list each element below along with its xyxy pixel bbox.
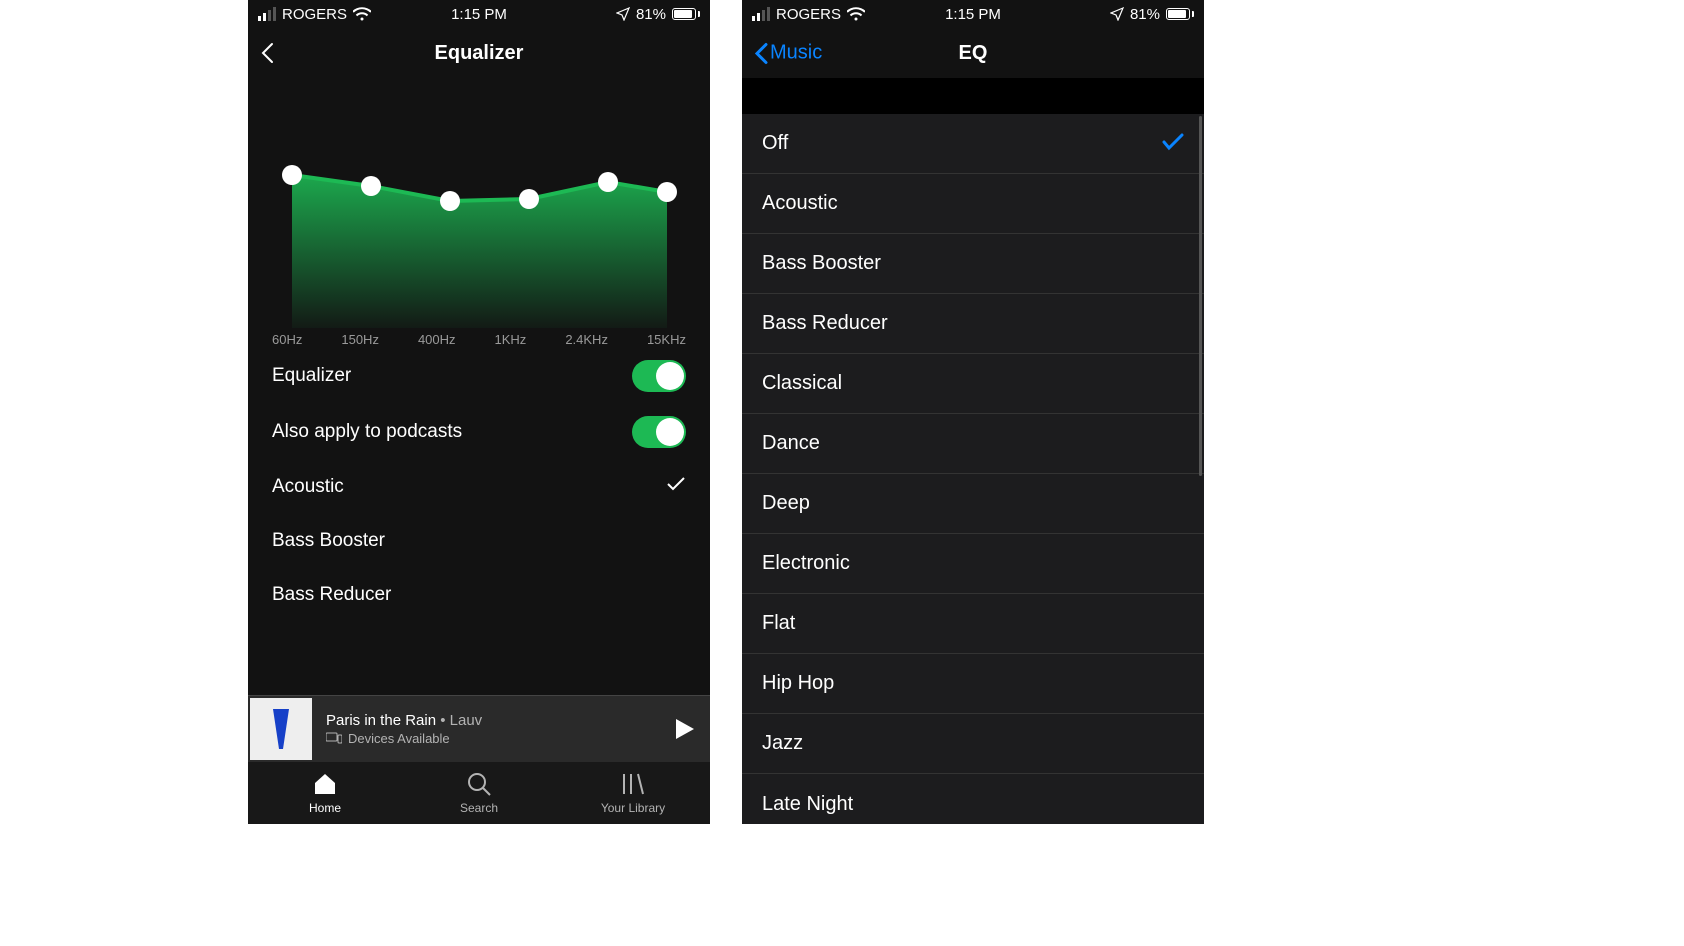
preset-label: Dance bbox=[762, 432, 820, 455]
preset-label: Bass Reducer bbox=[272, 584, 391, 606]
signal-icon bbox=[258, 7, 276, 21]
eq-preset-classical[interactable]: Classical bbox=[742, 354, 1204, 414]
preset-label: Late Night bbox=[762, 793, 853, 816]
tab-home[interactable]: Home bbox=[248, 762, 402, 824]
library-icon bbox=[620, 771, 646, 797]
wifi-icon bbox=[353, 7, 371, 21]
search-icon bbox=[466, 771, 492, 797]
page-title: Equalizer bbox=[435, 42, 524, 65]
preset-bass-booster[interactable]: Bass Booster bbox=[248, 514, 710, 568]
eq-preset-hip-hop[interactable]: Hip Hop bbox=[742, 654, 1204, 714]
now-playing-bar[interactable]: Paris in the Rain • Lauv Devices Availab… bbox=[248, 695, 710, 761]
preset-label: Electronic bbox=[762, 552, 850, 575]
devices-icon bbox=[326, 732, 342, 744]
battery-icon bbox=[672, 8, 700, 20]
eq-preset-deep[interactable]: Deep bbox=[742, 474, 1204, 534]
preset-label: Classical bbox=[762, 372, 842, 395]
preset-label: Deep bbox=[762, 492, 810, 515]
check-icon bbox=[666, 476, 686, 498]
preset-label: Hip Hop bbox=[762, 672, 834, 695]
clock: 1:15 PM bbox=[451, 6, 507, 23]
eq-preset-off[interactable]: Off bbox=[742, 114, 1204, 174]
eq-curve[interactable] bbox=[272, 98, 686, 328]
eq-node-150hz[interactable] bbox=[361, 176, 381, 196]
freq-label: 1KHz bbox=[495, 332, 527, 347]
tab-bar: Home Search Your Library bbox=[248, 761, 710, 824]
battery-icon bbox=[1166, 8, 1194, 20]
status-bar: ROGERS 1:15 PM 81% bbox=[742, 0, 1204, 28]
nav-header: Equalizer bbox=[248, 28, 710, 78]
play-button[interactable] bbox=[660, 717, 710, 741]
status-bar: ROGERS 1:15 PM 81% bbox=[248, 0, 710, 28]
track-title: Paris in the Rain bbox=[326, 712, 436, 729]
equalizer-toggle-row[interactable]: Equalizer bbox=[248, 348, 710, 404]
preset-bass-reducer[interactable]: Bass Reducer bbox=[248, 568, 710, 622]
eq-preset-electronic[interactable]: Electronic bbox=[742, 534, 1204, 594]
track-artist: Lauv bbox=[450, 712, 483, 729]
back-label: Music bbox=[770, 42, 822, 65]
preset-label: Bass Booster bbox=[762, 252, 881, 275]
ios-eq-screen: ROGERS 1:15 PM 81% Music EQ Off Acoustic B… bbox=[742, 0, 1204, 824]
eq-node-400hz[interactable] bbox=[440, 191, 460, 211]
toggle-switch[interactable] bbox=[632, 416, 686, 448]
preset-acoustic[interactable]: Acoustic bbox=[248, 460, 710, 514]
eq-node-2-4khz[interactable] bbox=[598, 172, 618, 192]
eq-frequency-labels: 60Hz 150Hz 400Hz 1KHz 2.4KHz 15KHz bbox=[272, 328, 686, 347]
freq-label: 2.4KHz bbox=[565, 332, 608, 347]
carrier-label: ROGERS bbox=[776, 6, 841, 23]
eq-preset-bass-booster[interactable]: Bass Booster bbox=[742, 234, 1204, 294]
track-separator: • bbox=[436, 712, 450, 729]
eq-node-60hz[interactable] bbox=[282, 165, 302, 185]
preset-label: Flat bbox=[762, 612, 795, 635]
check-icon bbox=[1162, 131, 1184, 157]
location-icon bbox=[1110, 7, 1124, 21]
podcasts-toggle-row[interactable]: Also apply to podcasts bbox=[248, 404, 710, 460]
back-button[interactable] bbox=[260, 42, 274, 64]
eq-preset-bass-reducer[interactable]: Bass Reducer bbox=[742, 294, 1204, 354]
equalizer-graph[interactable]: 60Hz 150Hz 400Hz 1KHz 2.4KHz 15KHz bbox=[248, 78, 710, 348]
preset-label: Acoustic bbox=[762, 192, 838, 215]
freq-label: 60Hz bbox=[272, 332, 302, 347]
tab-library[interactable]: Your Library bbox=[556, 762, 710, 824]
eq-preset-late-night[interactable]: Late Night bbox=[742, 774, 1204, 824]
album-art[interactable] bbox=[250, 698, 312, 760]
freq-label: 150Hz bbox=[341, 332, 379, 347]
eq-node-1khz[interactable] bbox=[519, 189, 539, 209]
eq-node-15khz[interactable] bbox=[657, 182, 677, 202]
battery-percent: 81% bbox=[1130, 6, 1160, 23]
tab-search[interactable]: Search bbox=[402, 762, 556, 824]
signal-icon bbox=[752, 7, 770, 21]
clock: 1:15 PM bbox=[945, 6, 1001, 23]
preset-label: Jazz bbox=[762, 732, 803, 755]
eq-preset-flat[interactable]: Flat bbox=[742, 594, 1204, 654]
preset-label: Acoustic bbox=[272, 476, 344, 498]
eq-preset-jazz[interactable]: Jazz bbox=[742, 714, 1204, 774]
page-title: EQ bbox=[959, 42, 988, 65]
location-icon bbox=[616, 7, 630, 21]
preset-label: Off bbox=[762, 132, 788, 155]
row-label: Also apply to podcasts bbox=[272, 421, 462, 443]
eq-preset-list: Off Acoustic Bass Booster Bass Reducer Class… bbox=[742, 78, 1204, 824]
carrier-label: ROGERS bbox=[282, 6, 347, 23]
eq-preset-dance[interactable]: Dance bbox=[742, 414, 1204, 474]
home-icon bbox=[312, 771, 338, 797]
row-label: Equalizer bbox=[272, 365, 351, 387]
scroll-indicator[interactable] bbox=[1199, 116, 1202, 476]
preset-label: Bass Booster bbox=[272, 530, 385, 552]
spotify-equalizer-screen: ROGERS 1:15 PM 81% Equalizer bbox=[248, 0, 710, 824]
eq-preset-acoustic[interactable]: Acoustic bbox=[742, 174, 1204, 234]
freq-label: 400Hz bbox=[418, 332, 456, 347]
wifi-icon bbox=[847, 7, 865, 21]
preset-label: Bass Reducer bbox=[762, 312, 888, 335]
battery-percent: 81% bbox=[636, 6, 666, 23]
back-button[interactable]: Music bbox=[754, 42, 822, 65]
devices-available[interactable]: Devices Available bbox=[326, 731, 660, 746]
freq-label: 15KHz bbox=[647, 332, 686, 347]
toggle-switch[interactable] bbox=[632, 360, 686, 392]
nav-header: Music EQ bbox=[742, 28, 1204, 78]
